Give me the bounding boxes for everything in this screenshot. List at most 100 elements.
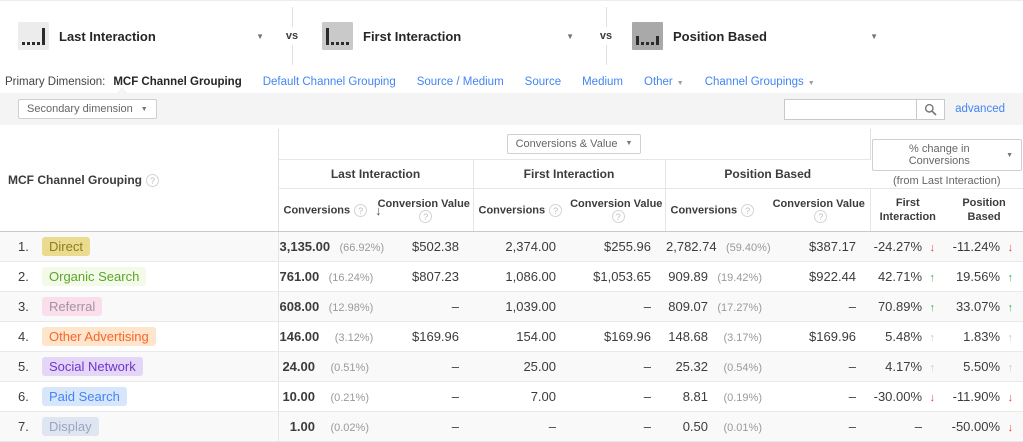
model-selector-label: Last Interaction xyxy=(59,29,156,44)
table-row: 3.Referral 608.00(12.98%) – 1,039.00 – 8… xyxy=(0,292,1023,322)
change-pb-cell: -11.24%↓ xyxy=(945,232,1023,262)
fi-value-cell: – xyxy=(568,412,665,442)
column-header-pb-conversions[interactable]: Conversions xyxy=(665,189,768,232)
help-icon[interactable] xyxy=(549,204,562,217)
help-icon[interactable] xyxy=(354,204,367,217)
search-button[interactable] xyxy=(916,99,945,120)
group-header-position-based: Position Based xyxy=(665,159,870,188)
pb-value-cell: $922.44 xyxy=(768,262,870,292)
dimension-medium[interactable]: Medium xyxy=(582,76,623,88)
group-header-last-interaction: Last Interaction xyxy=(278,159,473,188)
row-rank: 5. xyxy=(18,359,42,374)
model-selector-first-interaction[interactable]: First Interaction ▼ xyxy=(322,21,574,51)
dimension-default-channel-grouping[interactable]: Default Channel Grouping xyxy=(263,76,396,88)
change-arrow-icon: ↓ xyxy=(922,242,935,254)
change-arrow-icon: ↑ xyxy=(1000,302,1013,314)
change-arrow-icon: ↓ xyxy=(1000,392,1013,404)
fi-conversions-cell: 154.00 xyxy=(473,322,568,352)
help-icon[interactable] xyxy=(814,210,827,223)
advanced-search-link[interactable]: advanced xyxy=(955,103,1005,115)
pb-conversions-cell: 0.50(0.01%) xyxy=(665,412,768,442)
help-icon[interactable] xyxy=(419,210,432,223)
model-selector-position-based[interactable]: Position Based ▼ xyxy=(632,21,878,51)
row-rank: 1. xyxy=(18,239,42,254)
dimension-mcf-channel-grouping[interactable]: MCF Channel Grouping xyxy=(113,76,241,88)
column-header-mcf-channel-grouping[interactable]: MCF Channel Grouping xyxy=(0,129,278,232)
fi-conversions-cell: 7.00 xyxy=(473,382,568,412)
search-icon xyxy=(924,103,937,116)
table-row: 6.Paid Search 10.00(0.21%) – 7.00 – 8.81… xyxy=(0,382,1023,412)
pb-value-cell: – xyxy=(768,412,870,442)
table-row: 2.Organic Search 761.00(16.24%) $807.23 … xyxy=(0,262,1023,292)
dimension-source[interactable]: Source xyxy=(525,76,561,88)
metric-selector-cell: Conversions & Value ▼ xyxy=(278,129,870,159)
li-value-cell: – xyxy=(375,382,473,412)
li-value-cell: $807.23 xyxy=(375,262,473,292)
table-search: advanced xyxy=(784,99,1005,120)
pb-value-cell: – xyxy=(768,352,870,382)
dimension-other-menu[interactable]: Other▼ xyxy=(644,76,684,88)
model-selector-last-interaction[interactable]: Last Interaction ▼ xyxy=(18,21,264,51)
search-input[interactable] xyxy=(784,99,916,120)
pb-conversions-cell: 8.81(0.19%) xyxy=(665,382,768,412)
change-arrow-icon: ↓ xyxy=(1000,242,1013,254)
row-rank: 4. xyxy=(18,329,42,344)
li-conversions-cell: 3,135.00(66.92%) xyxy=(278,232,375,262)
fi-value-cell: $169.96 xyxy=(568,322,665,352)
column-header-fi-conversion-value[interactable]: Conversion Value xyxy=(568,189,665,232)
column-header-change-first-interaction[interactable]: First Interaction xyxy=(870,189,945,232)
channel-label: Display xyxy=(42,417,99,436)
column-header-fi-conversions[interactable]: Conversions xyxy=(473,189,568,232)
change-arrow-icon: ↑ xyxy=(922,362,935,374)
channel-label: Other Advertising xyxy=(42,327,156,346)
channel-label: Social Network xyxy=(42,357,143,376)
chevron-down-icon: ▼ xyxy=(808,80,815,87)
change-metric-dropdown[interactable]: % change in Conversions ▼ xyxy=(872,139,1023,171)
dimension-channel-groupings-menu[interactable]: Channel Groupings▼ xyxy=(705,76,815,88)
chevron-down-icon: ▼ xyxy=(677,80,684,87)
change-arrow-icon: ↑ xyxy=(1000,332,1013,344)
column-header-li-conversion-value[interactable]: Conversion Value xyxy=(375,189,473,232)
primary-dimension-label: Primary Dimension: xyxy=(5,76,105,88)
help-icon[interactable] xyxy=(741,204,754,217)
table-row: 7.Display 1.00(0.02%) – – – 0.50(0.01%) … xyxy=(0,412,1023,442)
change-pb-cell: -11.90%↓ xyxy=(945,382,1023,412)
change-arrow-icon: ↓ xyxy=(922,392,935,404)
model-selector-label: First Interaction xyxy=(363,29,461,44)
fi-value-cell: – xyxy=(568,382,665,412)
change-fi-cell: -24.27%↓ xyxy=(870,232,945,262)
secondary-dimension-button[interactable]: Secondary dimension ▼ xyxy=(18,99,157,119)
change-pb-cell: 1.83%↑ xyxy=(945,322,1023,352)
fi-conversions-cell: 2,374.00 xyxy=(473,232,568,262)
column-header-change-position-based[interactable]: Position Based xyxy=(945,189,1023,232)
primary-dimension-bar: Primary Dimension: MCF Channel Grouping … xyxy=(0,71,1023,93)
column-header-li-conversions[interactable]: Conversions↓ xyxy=(278,189,375,232)
change-arrow-icon: ↑ xyxy=(922,332,935,344)
li-value-cell: – xyxy=(375,292,473,322)
row-rank: 6. xyxy=(18,389,42,404)
first-interaction-icon xyxy=(322,22,353,50)
li-conversions-cell: 608.00(12.98%) xyxy=(278,292,375,322)
change-arrow-icon: ↓ xyxy=(1000,422,1013,434)
li-value-cell: $502.38 xyxy=(375,232,473,262)
help-icon[interactable] xyxy=(146,174,159,187)
metric-selector-dropdown[interactable]: Conversions & Value ▼ xyxy=(507,134,642,154)
channel-label: Paid Search xyxy=(42,387,127,406)
chevron-down-icon: ▼ xyxy=(566,32,574,41)
li-conversions-cell: 761.00(16.24%) xyxy=(278,262,375,292)
li-value-cell: $169.96 xyxy=(375,322,473,352)
group-header-first-interaction: First Interaction xyxy=(473,159,665,188)
vs-separator: vs xyxy=(596,7,616,65)
fi-value-cell: – xyxy=(568,292,665,322)
table-row: 5.Social Network 24.00(0.51%) – 25.00 – … xyxy=(0,352,1023,382)
dimension-source-medium[interactable]: Source / Medium xyxy=(417,76,504,88)
help-icon[interactable] xyxy=(612,210,625,223)
column-header-pb-conversion-value[interactable]: Conversion Value xyxy=(768,189,870,232)
chevron-down-icon: ▼ xyxy=(256,32,264,41)
change-pb-cell: -50.00%↓ xyxy=(945,412,1023,442)
change-arrow-icon: ↑ xyxy=(1000,272,1013,284)
pb-value-cell: – xyxy=(768,382,870,412)
pb-value-cell: $169.96 xyxy=(768,322,870,352)
li-conversions-cell: 24.00(0.51%) xyxy=(278,352,375,382)
channel-label: Direct xyxy=(42,237,90,256)
